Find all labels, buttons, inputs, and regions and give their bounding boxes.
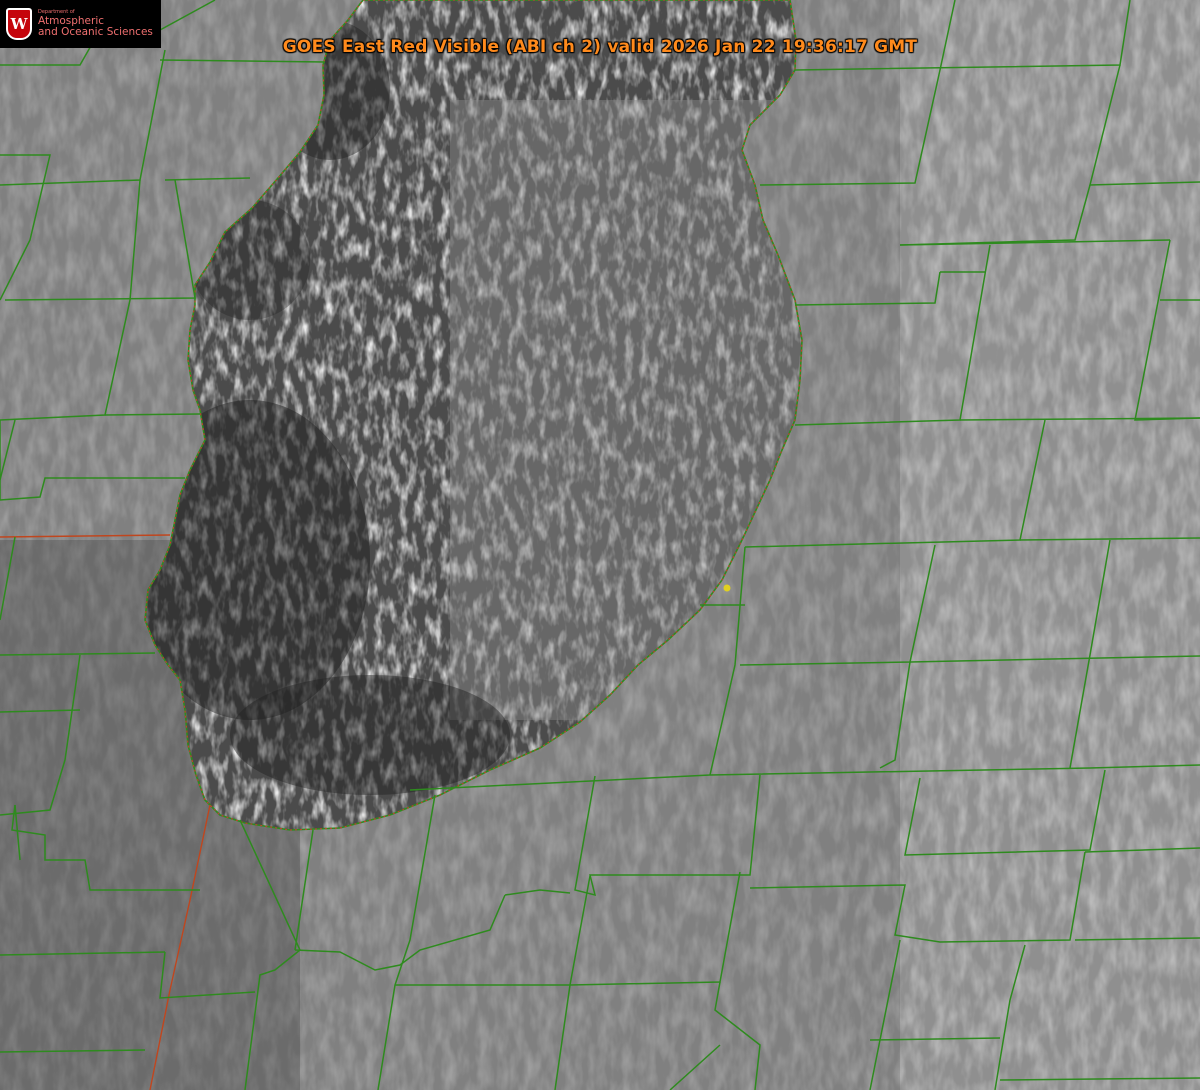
satellite-map: [0, 0, 1200, 1090]
logo-line2: and Oceanic Sciences: [38, 25, 153, 38]
image-title: GOES East Red Visible (ABI ch 2) valid 2…: [282, 37, 918, 57]
shield-icon: W: [6, 8, 32, 40]
site-marker: [723, 584, 731, 592]
logo-line1: Atmospheric: [38, 14, 105, 27]
logo-badge-letter: W: [10, 14, 28, 33]
logo-text: Department of Atmospheric and Oceanic Sc…: [38, 10, 153, 38]
satellite-imagery: [0, 0, 1200, 1090]
